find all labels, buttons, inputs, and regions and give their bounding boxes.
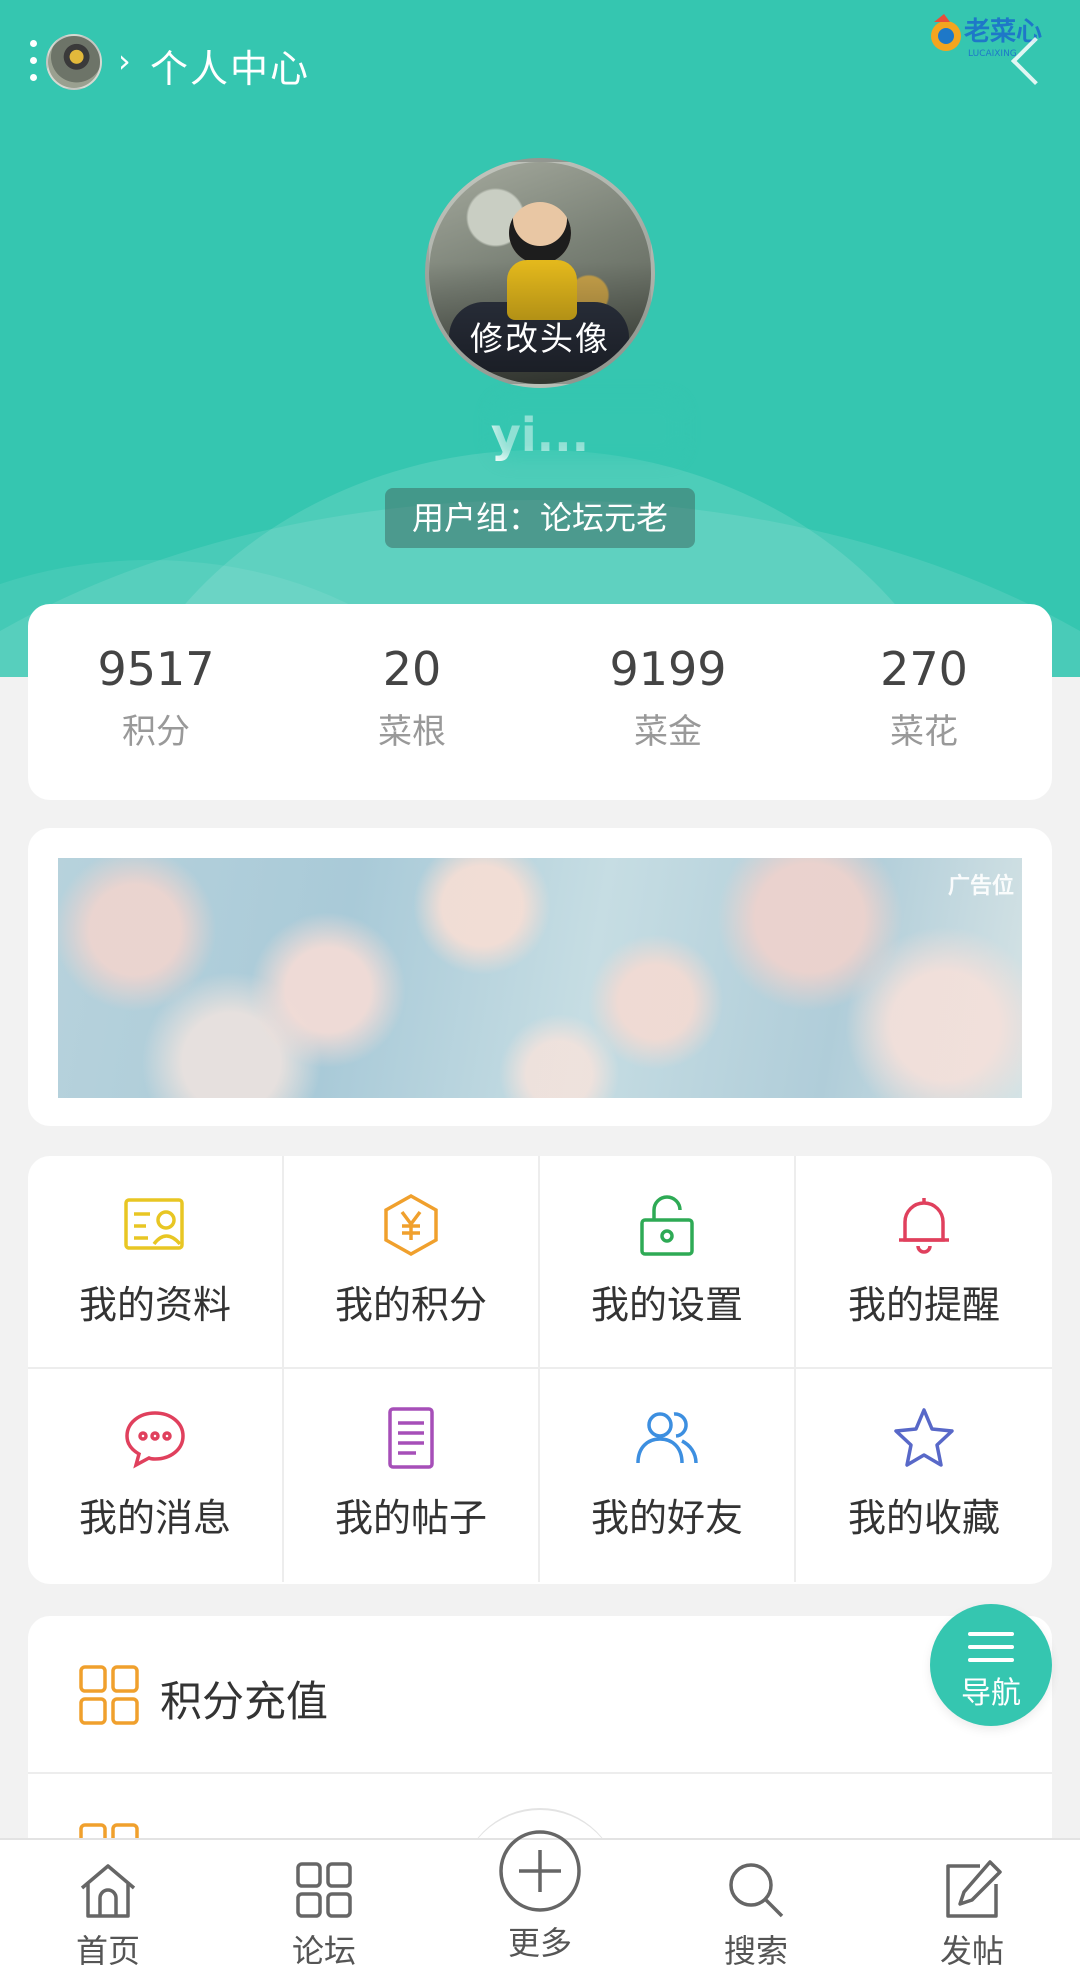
stat-points[interactable]: 9517 积分 <box>28 604 284 800</box>
chat-bubble-icon <box>125 1411 185 1469</box>
menu-grid-card: 我的资料 我的积分 我的设置 我的提醒 我的消息 我的帖子 我的好友 我的收藏 <box>28 1156 1052 1584</box>
yuan-hexagon-icon <box>384 1193 438 1257</box>
forum-grid-icon <box>296 1862 352 1918</box>
document-icon <box>388 1407 434 1469</box>
breadcrumb-avatar[interactable] <box>46 34 102 90</box>
avatar-edit-button[interactable]: 修改头像 <box>425 158 655 388</box>
stat-value: 9199 <box>609 642 727 696</box>
stats-card: 9517 积分 20 菜根 9199 菜金 270 菜花 <box>28 604 1052 800</box>
stat-value: 9517 <box>97 642 215 696</box>
menu-label: 我的帖子 <box>334 1496 487 1540</box>
list-item-label: 积分充值 <box>160 1677 329 1726</box>
tab-forum[interactable]: 论坛 <box>259 1858 389 1972</box>
menu-my-friends[interactable]: 我的好友 <box>540 1369 796 1582</box>
stat-label: 菜根 <box>378 712 446 752</box>
stat-caigen[interactable]: 20 菜根 <box>284 604 540 800</box>
tab-compose[interactable]: 发帖 <box>907 1858 1037 1972</box>
menu-label: 我的好友 <box>590 1496 743 1540</box>
tab-label: 更多 <box>507 1924 572 1962</box>
tab-label: 首页 <box>75 1932 140 1970</box>
page-title: 个人中心 <box>150 47 311 91</box>
stat-value: 20 <box>382 642 442 696</box>
stat-label: 菜花 <box>890 712 958 752</box>
list-item-recharge[interactable]: 积分充值 <box>28 1616 1052 1772</box>
search-icon <box>729 1863 784 1918</box>
grid-icon <box>79 1665 139 1725</box>
ad-card: 广告位 <box>28 828 1052 1126</box>
menu-my-favorites[interactable]: 我的收藏 <box>796 1369 1052 1582</box>
tab-label: 搜索 <box>723 1932 788 1970</box>
menu-label: 我的消息 <box>78 1496 231 1540</box>
ad-banner[interactable]: 广告位 <box>58 858 1022 1098</box>
stat-label: 菜金 <box>634 712 702 752</box>
tab-label: 发帖 <box>939 1932 1004 1970</box>
more-dots-icon[interactable] <box>28 40 40 88</box>
tab-more[interactable]: 更多 <box>475 1830 605 1964</box>
nav-fab-button[interactable]: 导航 <box>930 1604 1052 1726</box>
user-group-badge: 用户组：论坛元老 <box>385 488 695 548</box>
compose-icon <box>946 1860 1002 1918</box>
profile-card-icon <box>124 1198 184 1250</box>
menu-my-messages[interactable]: 我的消息 <box>28 1369 284 1582</box>
menu-my-settings[interactable]: 我的设置 <box>540 1156 796 1369</box>
friends-icon <box>636 1412 698 1464</box>
menu-icon <box>968 1632 1014 1671</box>
tab-label: 论坛 <box>291 1932 356 1970</box>
menu-label: 我的资料 <box>78 1283 231 1327</box>
tab-search[interactable]: 搜索 <box>691 1858 821 1972</box>
ad-tag: 广告位 <box>947 874 1014 899</box>
stat-caijin[interactable]: 9199 菜金 <box>540 604 796 800</box>
menu-label: 我的收藏 <box>847 1496 1000 1540</box>
top-bar: › 个人中心 老菜心 LUCAIXING <box>0 0 1080 130</box>
stat-value: 270 <box>880 642 968 696</box>
username-blur <box>492 398 682 460</box>
bell-icon <box>899 1198 949 1254</box>
menu-my-profile[interactable]: 我的资料 <box>28 1156 284 1369</box>
stat-label: 积分 <box>122 712 190 752</box>
menu-label: 我的提醒 <box>847 1283 1000 1327</box>
home-icon <box>80 1864 136 1918</box>
avatar-edit-label: 修改头像 <box>470 319 610 358</box>
breadcrumb-separator: › <box>118 42 131 80</box>
menu-label: 我的积分 <box>334 1283 487 1327</box>
bottom-tab-bar: 首页 论坛 更多 搜索 发帖 <box>0 1830 1080 1987</box>
fab-label: 导航 <box>961 1676 1021 1711</box>
menu-my-reminders[interactable]: 我的提醒 <box>796 1156 1052 1369</box>
tab-home[interactable]: 首页 <box>43 1858 173 1972</box>
menu-label: 我的设置 <box>590 1283 743 1327</box>
menu-my-posts[interactable]: 我的帖子 <box>284 1369 540 1582</box>
menu-my-points[interactable]: 我的积分 <box>284 1156 540 1369</box>
lock-icon <box>640 1195 694 1256</box>
logo-subtext: LUCAIXING <box>968 49 1017 59</box>
plus-circle-icon <box>499 1830 581 1912</box>
star-icon <box>894 1408 954 1467</box>
stat-caihua[interactable]: 270 菜花 <box>796 604 1052 800</box>
